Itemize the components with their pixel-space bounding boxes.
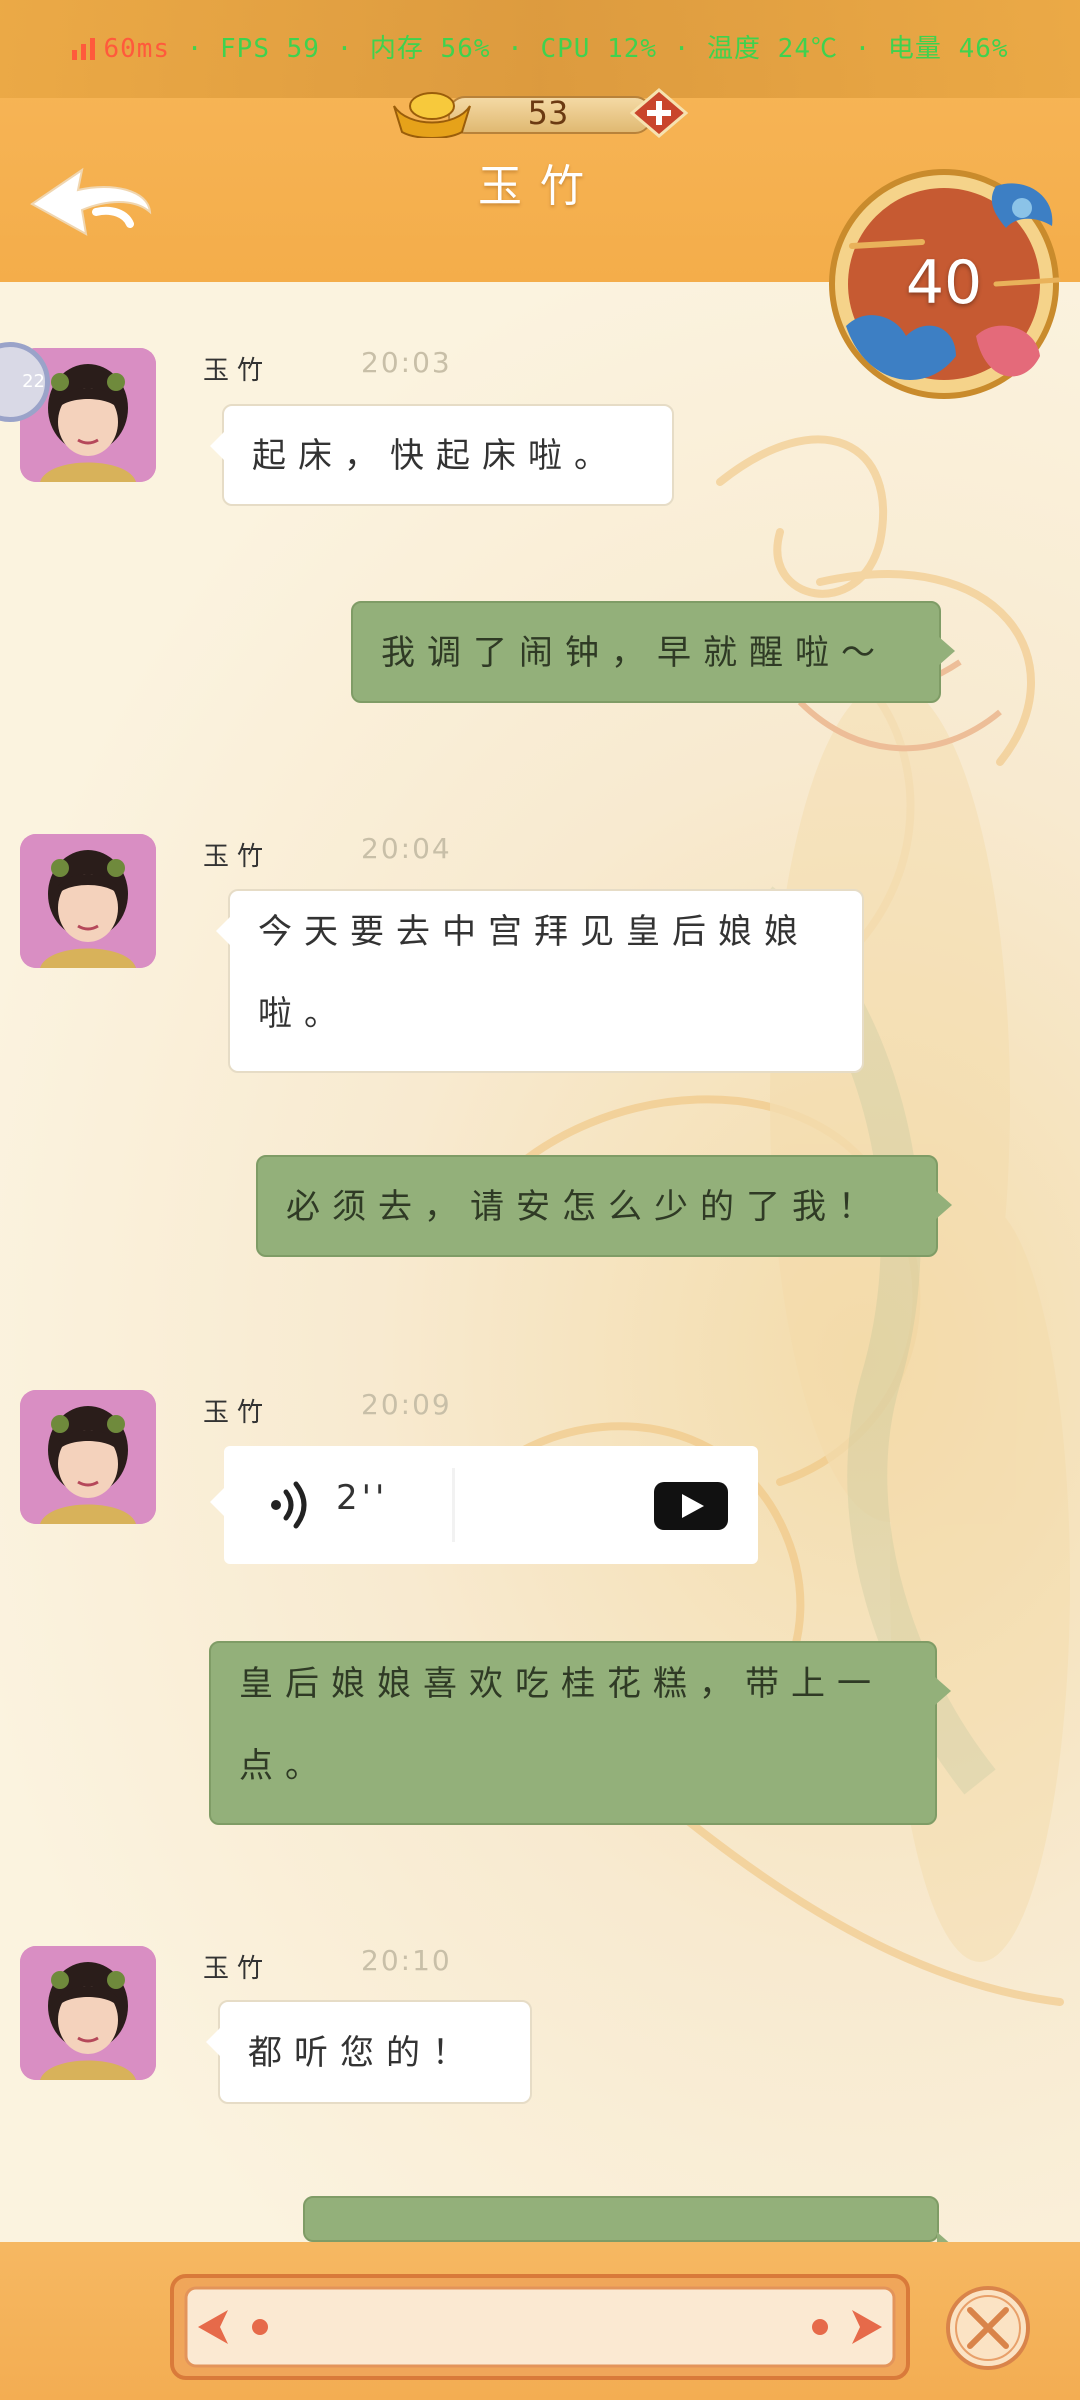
message-sender: 玉竹	[203, 1954, 272, 1984]
gold-ingot-icon	[393, 92, 471, 138]
outgoing-message-bubble[interactable]: 我调了闹钟，早就醒啦～	[351, 601, 955, 703]
incoming-message-bubble[interactable]: 今天要去中宫拜见皇后娘娘 啦。	[216, 889, 864, 1073]
contact-avatar[interactable]	[20, 834, 156, 968]
message-time: 20:03	[361, 346, 452, 379]
message-time: 20:04	[361, 832, 452, 865]
avatar-portrait	[20, 1946, 156, 2080]
contact-avatar[interactable]	[20, 1946, 156, 2080]
signal-icon	[72, 38, 96, 60]
affection-value: 40	[905, 248, 983, 318]
phoenix-decoration	[476, 435, 1070, 2006]
message-time: 20:10	[361, 1944, 452, 1977]
incoming-message-bubble[interactable]: 都听您的！	[206, 2000, 532, 2104]
gold-amount: 53	[527, 94, 569, 132]
add-gold-button[interactable]	[630, 88, 688, 138]
back-arrow-icon[interactable]	[26, 164, 156, 244]
chat-background	[0, 282, 1080, 2242]
chat-contact-title: 玉竹	[478, 161, 602, 212]
incoming-message-bubble[interactable]: 起床，快起床啦。	[210, 404, 674, 506]
affection-badge[interactable]: 40	[826, 166, 1062, 402]
message-line: 皇后娘娘喜欢吃桂花糕，带上一	[239, 1664, 883, 1704]
voice-duration: 2''	[336, 1478, 389, 1518]
performance-status-bar: 60ms · FPS 59 · 内存 56% · CPU 12% · 温度 24…	[0, 28, 1080, 65]
reply-input-frame[interactable]	[168, 2272, 912, 2382]
message-line: 啦。	[258, 994, 350, 1034]
ping-value: 60ms	[103, 34, 171, 64]
bottom-input-bar	[0, 2242, 1080, 2400]
fps-cpu-battery-readout: · FPS 59 · 内存 56% · CPU 12% · 温度 24℃ · 电…	[170, 34, 1009, 64]
message-sender: 玉竹	[203, 842, 272, 872]
voice-message-bubble[interactable]: 2''	[210, 1446, 758, 1564]
avatar-portrait	[20, 834, 156, 968]
outgoing-message-bubble[interactable]: 必须去，请安怎么少的了我！	[256, 1155, 952, 1257]
close-icon[interactable]	[944, 2284, 1032, 2372]
message-sender: 玉竹	[203, 356, 272, 386]
outgoing-message-bubble-partial[interactable]	[303, 2196, 953, 2260]
message-sender: 玉竹	[203, 1398, 272, 1428]
contact-avatar[interactable]	[20, 1390, 156, 1524]
video-camera-icon[interactable]	[654, 1480, 728, 1532]
outgoing-message-bubble[interactable]: 皇后娘娘喜欢吃桂花糕，带上一 点。	[209, 1641, 951, 1825]
avatar-portrait	[20, 1390, 156, 1524]
voice-wave-icon	[271, 1481, 307, 1529]
gold-currency: 53	[388, 88, 688, 138]
voice-divider	[452, 1468, 455, 1542]
message-line: 今天要去中宫拜见皇后娘娘	[258, 912, 810, 952]
reply-input[interactable]	[264, 2296, 818, 2360]
message-time: 20:09	[361, 1388, 452, 1421]
message-line: 点。	[239, 1746, 331, 1786]
